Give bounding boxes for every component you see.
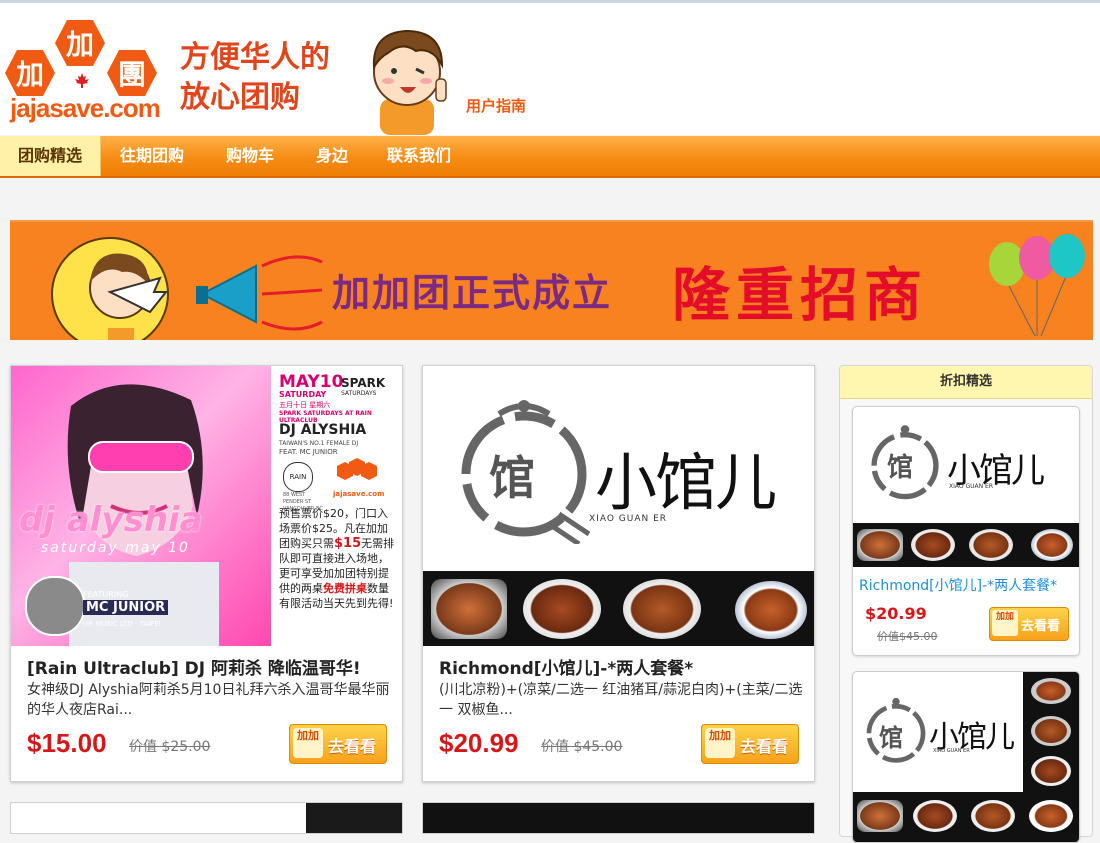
poster-day: SATURDAY <box>279 390 327 399</box>
deal-price: $20.99 <box>439 728 519 758</box>
deal-card[interactable]: dj alyshia saturday may 10 FEATURING MC … <box>10 365 403 782</box>
poster-logo-domain: jajasave.com <box>333 490 385 498</box>
poster-featuring: FEATURING <box>83 590 129 599</box>
deal-original-price: 价值 $45.00 <box>541 739 623 755</box>
nav-tab-past-deals[interactable]: 往期团购 <box>120 136 184 176</box>
poster-dj: DJ ALYSHIA <box>279 422 367 438</box>
food-photo-column <box>1023 672 1079 792</box>
balloons-icon <box>989 234 1085 337</box>
food-photo-strip <box>853 792 1079 842</box>
sidebar-seal-char: 馆 <box>879 723 903 752</box>
deal-card-partial[interactable] <box>10 802 403 834</box>
sidebar-deal-title[interactable]: Richmond[小馆儿]-*两人套餐* <box>859 575 1057 595</box>
poster-dj-sub: TAIWAN'S NO.1 FEMALE DJ <box>279 440 359 447</box>
logo-hex-1: 加 <box>4 49 56 97</box>
sidebar-deal-original-price: 价值$45.00 <box>877 630 938 643</box>
poster-brand: SPARK <box>341 376 386 390</box>
slogan: 方便华人的 放心团购 <box>180 38 340 118</box>
poster-date: MAY10 <box>279 372 344 392</box>
deal-description: 女神级DJ Alyshia阿莉杀5月10日礼拜六杀入温哥华最华丽的华人夜店Rai… <box>27 682 390 718</box>
go-see-button[interactable]: 加加 去看看 <box>701 724 799 764</box>
poster-mc-name: MC JUNIOR <box>83 600 169 615</box>
restaurant-logo-name: 小馆儿 <box>595 446 777 519</box>
nav-tab-cart[interactable]: 购物车 <box>226 136 274 176</box>
logo-hex-3: 團 <box>106 49 158 97</box>
megaphone-icon <box>196 255 323 331</box>
poster-mc-sub: UR MUSIC LTD - TAIPEI <box>83 620 161 628</box>
sidebar-deal-card[interactable]: 馆 小馆儿 XIAO GUAN ER Richmond[小馆儿]-*两人套餐* … <box>852 406 1080 656</box>
deal-original-price: 价值 $25.00 <box>129 739 211 755</box>
site-header: 加 加 團 jajasave.com 方便华人的 放心团购 用户指南 <box>0 3 1100 135</box>
nav-tab-nearby[interactable]: 身边 <box>316 136 348 176</box>
nav-tab-featured[interactable]: 团购精选 <box>0 136 101 176</box>
deal-title[interactable]: Richmond[小馆儿]-*两人套餐* <box>439 654 804 679</box>
banner-mascot-illustration <box>51 237 169 340</box>
go-button-badge: 加加 <box>293 728 323 758</box>
restaurant-logo-en: XIAO GUAN ER <box>589 514 668 524</box>
go-button-label: 去看看 <box>328 737 377 756</box>
slogan-line-1: 方便华人的 <box>180 40 330 75</box>
restaurant-seal-char: 馆 <box>489 451 535 505</box>
sidebar-title: 折扣精选 <box>840 366 1092 399</box>
deal-card[interactable]: 馆 小馆儿 XIAO GUAN ER Richmond[小馆儿]-*两人套餐* … <box>422 365 815 782</box>
discount-picks-sidebar: 折扣精选 馆 小馆儿 XIAO GUAN ER Richmond[小馆儿]-*两… <box>839 365 1093 843</box>
go-button-label: 去看看 <box>1021 619 1061 634</box>
poster-big-date: saturday may 10 <box>41 540 190 556</box>
logo-hex-2: 加 <box>54 19 106 67</box>
deal-price: $15.00 <box>27 728 107 758</box>
poster-promo-free: 免费拼桌 <box>323 582 367 595</box>
go-see-button[interactable]: 加加 去看看 <box>989 607 1069 641</box>
go-button-badge: 加加 <box>992 610 1018 636</box>
user-guide-link[interactable]: 用户指南 <box>466 95 526 116</box>
deal-image-dj-poster[interactable]: dj alyshia saturday may 10 FEATURING MC … <box>11 366 402 646</box>
poster-promo-text: 预售票价$20，门口入场票价$25。凡在加加团购买只需$15无需排队即可直接进入… <box>279 506 397 611</box>
poster-promo-price: $15 <box>334 536 362 551</box>
food-photo-strip <box>853 523 1079 567</box>
promo-banner[interactable]: 加加团正式成立 隆重招商 <box>10 220 1093 340</box>
mc-junior-photo <box>25 576 85 636</box>
poster-big-name: dj alyshia <box>19 500 203 540</box>
poster-cn-date: 五月十日 星期六 <box>279 401 331 409</box>
food-photo-strip <box>423 571 814 646</box>
sidebar-deal-card[interactable]: 馆 小馆儿 XIAO GUAN ER <box>852 671 1080 843</box>
nav-tab-contact[interactable]: 联系我们 <box>387 136 451 176</box>
sidebar-deal-image[interactable]: 馆 小馆儿 XIAO GUAN ER <box>853 672 1079 842</box>
site-logo[interactable]: 加 加 團 jajasave.com <box>2 13 172 125</box>
sidebar-seal-char: 馆 <box>887 453 914 483</box>
deal-description: (川北凉粉)+(凉菜/二选一 红油猪耳/蒜泥白肉)+(主菜/二选一 双椒鱼... <box>439 682 803 718</box>
sidebar-deal-image[interactable]: 馆 小馆儿 XIAO GUAN ER <box>853 407 1079 567</box>
deal-title[interactable]: [Rain Ultraclub] DJ 阿莉杀 降临温哥华! <box>27 654 392 679</box>
maple-leaf-icon <box>75 73 89 88</box>
mascot-boy-illustration <box>372 29 447 135</box>
sidebar-logo-en: XIAO GUAN ER <box>949 483 994 490</box>
poster-feat: FEAT. MC JUNIOR <box>279 448 338 456</box>
poster-rain-logo: RAIN <box>283 462 313 492</box>
deal-card-partial[interactable] <box>422 802 815 834</box>
deal-image-restaurant[interactable]: 馆 小馆儿 XIAO GUAN ER <box>423 366 814 646</box>
go-button-label: 去看看 <box>740 737 789 756</box>
go-see-button[interactable]: 加加 去看看 <box>289 724 387 764</box>
poster-brand-sub: SATURDAYS <box>341 390 377 397</box>
main-nav: 团购精选 往期团购 购物车 身边 联系我们 <box>0 136 1100 178</box>
poster-jajasave-logo: jajasave.com <box>333 458 384 498</box>
banner-subheadline: 隆重招商 <box>672 261 929 329</box>
logo-domain-text: jajasave.com <box>10 93 161 123</box>
slogan-line-2: 放心团购 <box>180 80 300 115</box>
go-button-badge: 加加 <box>705 728 735 758</box>
banner-headline: 加加团正式成立 <box>332 270 613 315</box>
sidebar-logo-en: XIAO GUAN ER <box>933 748 970 754</box>
sidebar-deal-price: $20.99 <box>865 604 927 623</box>
